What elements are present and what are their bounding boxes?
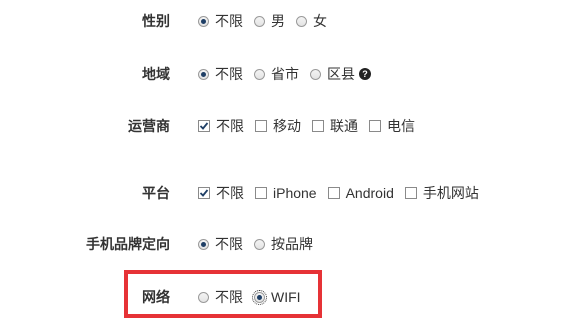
carrier-any-label: 不限 (216, 118, 244, 134)
region-county-label: 区县 (327, 66, 355, 82)
brand-label: 手机品牌定向 (86, 236, 170, 252)
carrier-option-telecom[interactable]: 电信 (369, 116, 415, 136)
region-any-radio[interactable] (198, 68, 209, 80)
gender-female-label: 女 (313, 13, 327, 29)
region-label: 地域 (142, 66, 170, 82)
carrier-unicom-checkbox[interactable] (312, 120, 324, 132)
region-option-province[interactable]: 省市 (254, 64, 299, 84)
carrier-option-unicom[interactable]: 联通 (312, 116, 358, 136)
carrier-telecom-label: 电信 (387, 118, 415, 134)
brand-option-any[interactable]: 不限 (198, 234, 243, 254)
carrier-options: 不限 移动 联通 电信 (198, 115, 426, 137)
gender-option-female[interactable]: 女 (296, 11, 327, 31)
carrier-any-checkbox[interactable] (198, 120, 210, 132)
platform-mobile-web-label: 手机网站 (422, 185, 479, 201)
platform-options: 不限 iPhone Android 手机网站 (198, 182, 490, 204)
carrier-option-mobile[interactable]: 移动 (255, 116, 301, 136)
carrier-mobile-label: 移动 (273, 118, 301, 134)
brand-by-brand-radio[interactable] (254, 238, 265, 250)
platform-any-label: 不限 (216, 185, 244, 201)
platform-mobile-web-checkbox[interactable] (404, 187, 417, 199)
brand-option-by-brand[interactable]: 按品牌 (254, 234, 313, 254)
gender-options: 不限 男 女 (198, 10, 338, 32)
region-option-county[interactable]: 区县 ? (310, 64, 371, 84)
platform-iphone-checkbox[interactable] (255, 187, 267, 199)
region-any-label: 不限 (215, 66, 243, 82)
platform-iphone-label: iPhone (273, 185, 317, 201)
brand-options: 不限 按品牌 (198, 233, 324, 255)
platform-option-mobile-web[interactable]: 手机网站 (404, 183, 479, 203)
gender-any-label: 不限 (215, 13, 243, 29)
gender-option-male[interactable]: 男 (254, 11, 285, 31)
brand-any-radio[interactable] (198, 238, 209, 250)
region-province-radio[interactable] (254, 68, 265, 80)
brand-any-label: 不限 (215, 236, 243, 252)
gender-male-label: 男 (271, 13, 285, 29)
carrier-unicom-label: 联通 (330, 118, 358, 134)
carrier-telecom-checkbox[interactable] (369, 120, 381, 132)
region-county-radio[interactable] (310, 68, 321, 80)
platform-option-any[interactable]: 不限 (198, 183, 244, 203)
region-options: 不限 省市 区县 ? (198, 63, 382, 85)
platform-option-iphone[interactable]: iPhone (255, 185, 317, 201)
checkmark-icon (199, 122, 209, 130)
platform-label: 平台 (142, 185, 170, 201)
platform-android-label: Android (345, 185, 394, 201)
help-icon[interactable]: ? (359, 68, 371, 80)
region-option-any[interactable]: 不限 (198, 64, 243, 84)
platform-option-android[interactable]: Android (327, 185, 394, 201)
carrier-mobile-checkbox[interactable] (255, 120, 267, 132)
platform-android-checkbox[interactable] (327, 187, 340, 199)
gender-any-radio[interactable] (198, 15, 209, 27)
gender-male-radio[interactable] (254, 15, 265, 27)
brand-by-brand-label: 按品牌 (271, 236, 313, 252)
gender-label: 性别 (142, 13, 170, 29)
checkmark-icon (199, 189, 209, 197)
carrier-label: 运营商 (128, 118, 170, 134)
carrier-option-any[interactable]: 不限 (198, 116, 244, 136)
network-highlight-box (124, 270, 322, 318)
region-province-label: 省市 (271, 66, 299, 82)
gender-female-radio[interactable] (296, 15, 307, 27)
platform-any-checkbox[interactable] (198, 187, 210, 199)
gender-option-any[interactable]: 不限 (198, 11, 243, 31)
